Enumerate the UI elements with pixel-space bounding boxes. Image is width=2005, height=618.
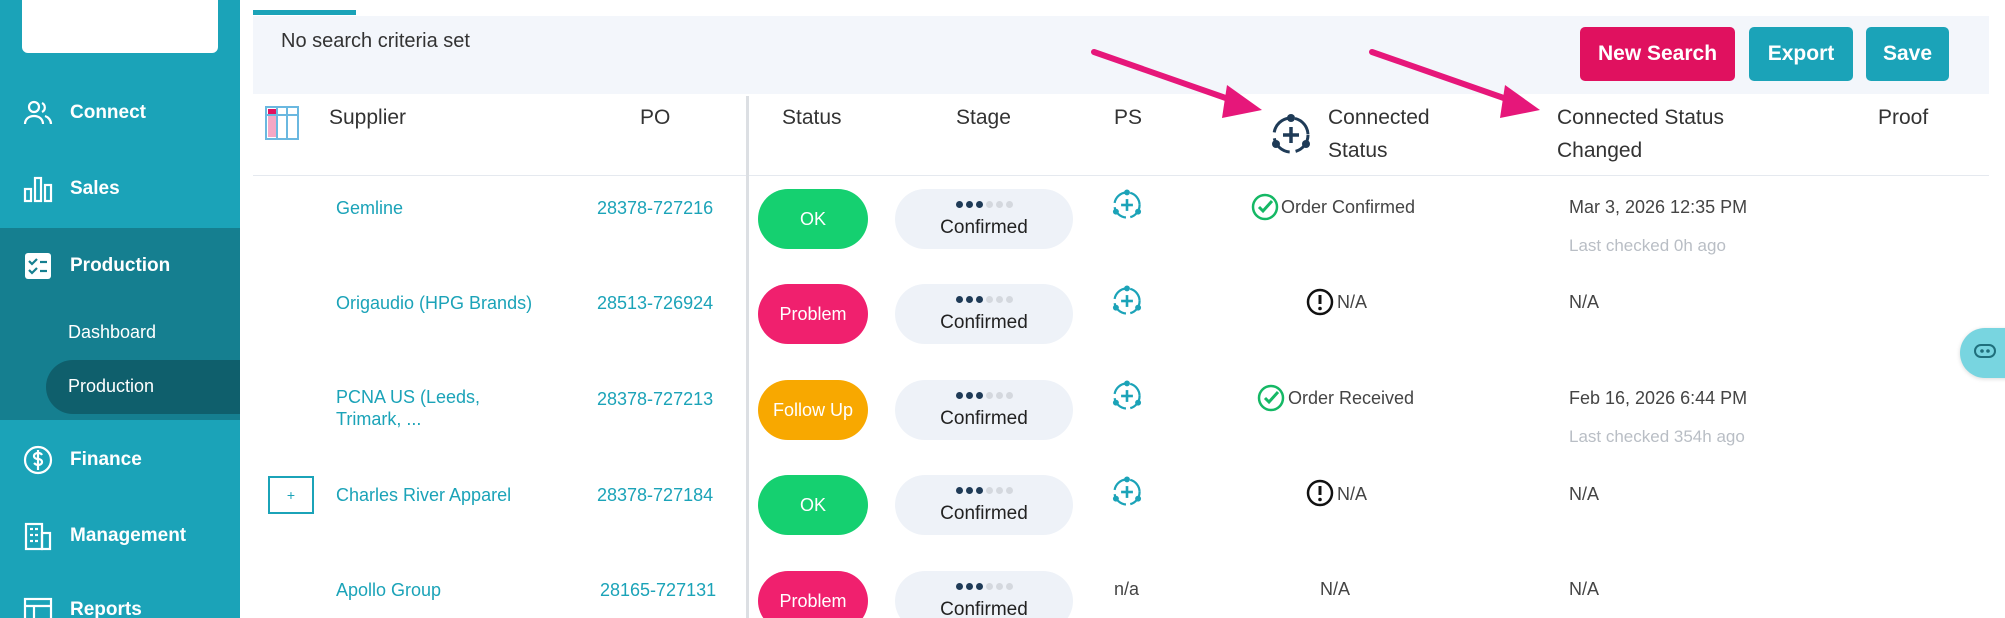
status-badge[interactable]: OK xyxy=(758,189,868,249)
stage-label: Confirmed xyxy=(940,599,1028,618)
save-button[interactable]: Save xyxy=(1866,27,1949,81)
po-link[interactable]: 28513-726924 xyxy=(597,292,713,314)
ps-connect-icon[interactable] xyxy=(1110,284,1144,318)
status-changed-date: Mar 3, 2026 12:35 PM xyxy=(1569,197,1748,217)
ps-connect-icon[interactable] xyxy=(1110,475,1144,509)
column-header-changed-line1[interactable]: Connected Status xyxy=(1557,102,1724,134)
stage-progress-dots xyxy=(895,392,1073,399)
sidebar-sub-production[interactable]: Production xyxy=(68,376,154,397)
status-badge[interactable]: Problem xyxy=(758,571,868,618)
ps-connect-icon[interactable] xyxy=(1110,379,1144,413)
dollar-icon xyxy=(22,444,54,476)
connected-status-text: N/A xyxy=(1337,484,1368,504)
stage-indicator[interactable]: Confirmed xyxy=(895,284,1073,344)
search-criteria-text[interactable]: No search criteria set xyxy=(281,30,470,53)
connected-status-text: Order Confirmed xyxy=(1281,197,1416,217)
column-settings-icon[interactable] xyxy=(265,106,299,140)
column-header-ps[interactable]: PS xyxy=(1114,102,1142,134)
frozen-column-divider[interactable] xyxy=(746,96,749,618)
column-header-connected-status-line2[interactable]: Status xyxy=(1328,135,1388,167)
connected-header-icon xyxy=(1268,112,1314,158)
expand-row-button[interactable]: + xyxy=(268,476,314,514)
status-changed-date: Feb 16, 2026 6:44 PM xyxy=(1569,388,1748,408)
sidebar-item-connect[interactable]: Connect xyxy=(0,83,240,143)
header-divider xyxy=(253,175,1989,176)
stage-label: Confirmed xyxy=(940,312,1028,333)
ps-connect-icon[interactable] xyxy=(1110,188,1144,222)
po-link[interactable]: 28378-727216 xyxy=(597,197,713,219)
supplier-link[interactable]: Gemline xyxy=(336,197,403,219)
building-icon xyxy=(22,520,54,552)
status-changed-date: N/A xyxy=(1569,579,1600,599)
status-badge[interactable]: Follow Up xyxy=(758,380,868,440)
column-header-connected-status-line1[interactable]: Connected xyxy=(1328,102,1430,134)
sidebar-item-label: Connect xyxy=(70,102,146,123)
stage-indicator[interactable]: Confirmed xyxy=(895,189,1073,249)
ps-value: n/a xyxy=(1114,579,1140,599)
po-link[interactable]: 28165-727131 xyxy=(600,579,716,601)
column-header-proof[interactable]: Proof xyxy=(1878,102,1928,134)
sidebar-item-label: Sales xyxy=(70,178,120,199)
connected-status-text: N/A xyxy=(1337,292,1368,312)
check-circle-icon xyxy=(1257,384,1285,412)
connected-status-text: N/A xyxy=(1320,579,1351,599)
last-checked-text: Last checked 0h ago xyxy=(1569,236,1726,255)
sidebar-item-management[interactable]: Management xyxy=(0,506,240,566)
stage-progress-dots xyxy=(895,201,1073,208)
exclamation-circle-icon xyxy=(1306,479,1334,507)
po-link[interactable]: 28378-727213 xyxy=(597,388,713,410)
sidebar-item-label: Finance xyxy=(70,449,142,470)
stage-label: Confirmed xyxy=(940,217,1028,238)
floating-help-tab[interactable] xyxy=(1960,328,2005,378)
sidebar: Connect Sales Production Dashboard Produ… xyxy=(0,0,240,618)
supplier-link[interactable]: Charles River Apparel xyxy=(336,484,511,506)
stage-progress-dots xyxy=(895,487,1073,494)
sidebar-item-label: Management xyxy=(70,525,187,546)
sidebar-item-label: Reports xyxy=(70,599,142,618)
stage-label: Confirmed xyxy=(940,503,1028,524)
check-circle-icon xyxy=(1251,193,1279,221)
po-link[interactable]: 28378-727184 xyxy=(597,484,713,506)
column-header-supplier[interactable]: Supplier xyxy=(329,102,406,134)
status-changed-date: N/A xyxy=(1569,484,1600,504)
stage-indicator[interactable]: Confirmed xyxy=(895,380,1073,440)
stage-label: Confirmed xyxy=(940,408,1028,429)
status-badge[interactable]: OK xyxy=(758,475,868,535)
sidebar-item-finance[interactable]: Finance xyxy=(0,430,240,490)
checklist-icon xyxy=(22,250,54,282)
bar-chart-icon xyxy=(22,173,54,205)
users-icon xyxy=(22,97,54,129)
chat-icon xyxy=(1974,343,1996,363)
logo[interactable] xyxy=(22,0,218,53)
stage-progress-dots xyxy=(895,583,1073,590)
column-header-stage[interactable]: Stage xyxy=(956,102,1011,134)
stage-indicator[interactable]: Confirmed xyxy=(895,571,1073,618)
stage-indicator[interactable]: Confirmed xyxy=(895,475,1073,535)
column-header-changed-line2[interactable]: Changed xyxy=(1557,135,1642,167)
status-changed-date: N/A xyxy=(1569,292,1600,312)
supplier-link[interactable]: Origaudio (HPG Brands) xyxy=(336,292,532,314)
supplier-link-line1[interactable]: PCNA US (Leeds, xyxy=(336,386,480,408)
sidebar-sub-dashboard[interactable]: Dashboard xyxy=(68,322,156,343)
sidebar-item-sales[interactable]: Sales xyxy=(0,159,240,219)
sidebar-item-reports[interactable]: Reports xyxy=(0,580,240,618)
stage-progress-dots xyxy=(895,296,1073,303)
search-toolbar: No search criteria set New Search Export… xyxy=(253,16,1989,94)
tab-indicator xyxy=(253,10,356,15)
sidebar-item-production[interactable]: Production xyxy=(0,236,240,296)
exclamation-circle-icon xyxy=(1306,288,1334,316)
sidebar-item-label: Production xyxy=(70,255,171,276)
column-header-status[interactable]: Status xyxy=(782,102,842,134)
export-button[interactable]: Export xyxy=(1749,27,1853,81)
last-checked-text: Last checked 354h ago xyxy=(1569,427,1745,446)
connected-status-text: Order Received xyxy=(1288,388,1415,408)
table-icon xyxy=(22,594,54,618)
new-search-button[interactable]: New Search xyxy=(1580,27,1735,81)
status-badge[interactable]: Problem xyxy=(758,284,868,344)
supplier-link-line2[interactable]: Trimark, ... xyxy=(336,408,421,430)
supplier-link[interactable]: Apollo Group xyxy=(336,579,441,601)
column-header-po[interactable]: PO xyxy=(640,102,670,134)
